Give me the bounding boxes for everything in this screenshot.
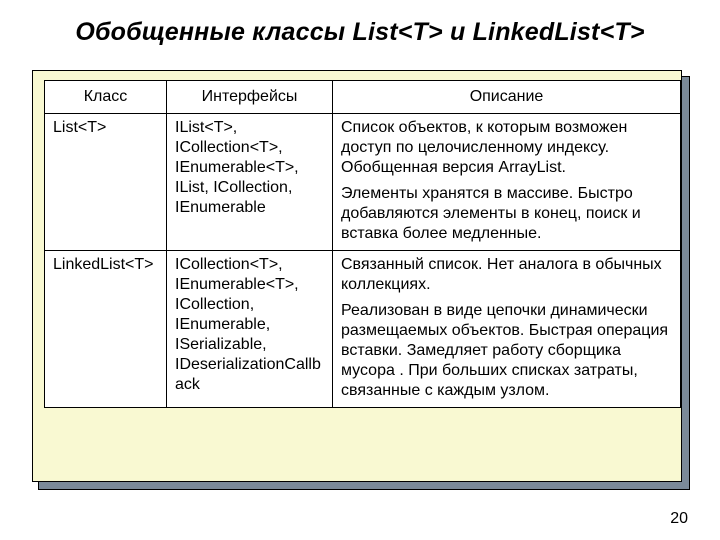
- cell-description: Список объектов, к которым возможен дост…: [333, 114, 681, 251]
- slide-title: Обобщенные классы List<T> и LinkedList<T…: [0, 18, 720, 47]
- header-interfaces: Интерфейсы: [167, 81, 333, 114]
- cell-class: List<T>: [45, 114, 167, 251]
- desc-paragraph: Связанный список. Нет аналога в обычных …: [341, 255, 672, 295]
- page-number: 20: [670, 510, 688, 528]
- header-class: Класс: [45, 81, 167, 114]
- cell-description: Связанный список. Нет аналога в обычных …: [333, 251, 681, 408]
- cell-class: LinkedList<T>: [45, 251, 167, 408]
- slide: Обобщенные классы List<T> и LinkedList<T…: [0, 0, 720, 540]
- header-description: Описание: [333, 81, 681, 114]
- desc-paragraph: Реализован в виде цепочки динамически ра…: [341, 301, 672, 401]
- table-row: List<T> IList<T>, ICollection<T>, IEnume…: [45, 114, 681, 251]
- table-row: LinkedList<T> ICollection<T>, IEnumerabl…: [45, 251, 681, 408]
- table-header-row: Класс Интерфейсы Описание: [45, 81, 681, 114]
- desc-paragraph: Список объектов, к которым возможен дост…: [341, 118, 672, 178]
- cell-interfaces: IList<T>, ICollection<T>, IEnumerable<T>…: [167, 114, 333, 251]
- desc-paragraph: Элементы хранятся в массиве. Быстро доба…: [341, 184, 672, 244]
- collections-table: Класс Интерфейсы Описание List<T> IList<…: [44, 80, 681, 408]
- cell-interfaces: ICollection<T>, IEnumerable<T>, ICollect…: [167, 251, 333, 408]
